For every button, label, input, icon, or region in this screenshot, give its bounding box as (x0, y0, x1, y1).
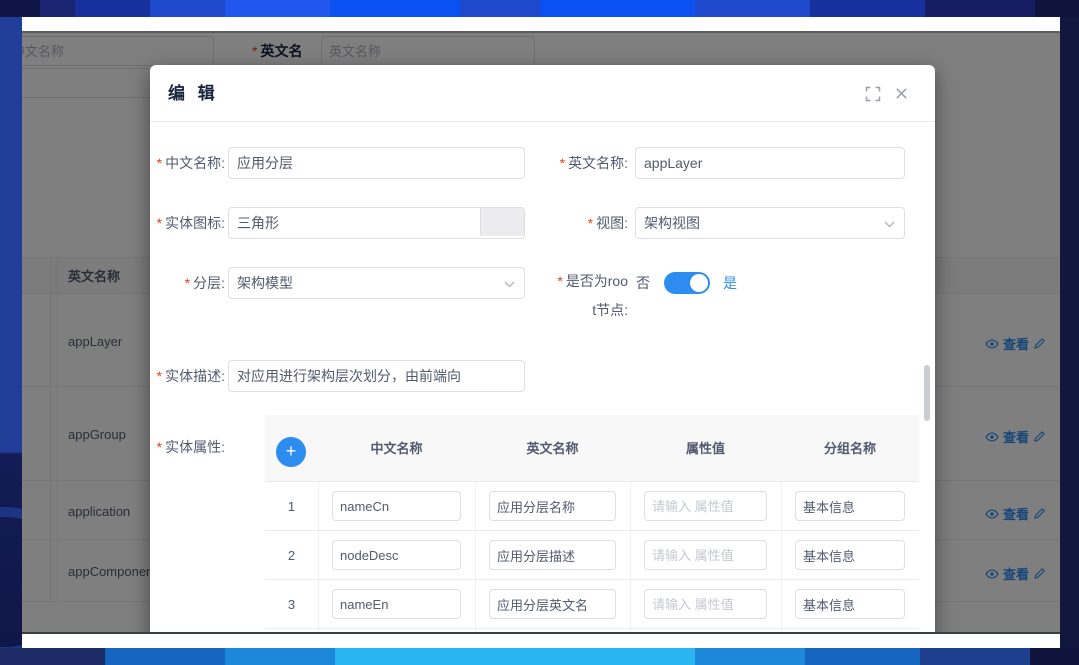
modal-header: 编 辑 (150, 65, 935, 122)
attr-name-en-input[interactable] (489, 589, 616, 619)
desktop-background: *英文名 英文名称 appLayer 查看 (0, 0, 1079, 665)
is-root-switch[interactable] (664, 272, 710, 294)
window-bottom-edge (22, 634, 1060, 648)
attr-table: + 中文名称 英文名称 属性值 分组名称 1 2 (265, 415, 919, 632)
attr-name-cn-input[interactable] (332, 491, 461, 521)
right-decor-band (1060, 17, 1079, 648)
field-label-entity-desc: *实体描述: (150, 360, 225, 392)
required-mark: * (157, 439, 162, 455)
close-icon[interactable] (894, 86, 910, 102)
attr-header-group: 分组名称 (781, 415, 919, 482)
decor-arc (0, 507, 22, 648)
switch-knob (690, 274, 708, 292)
chevron-down-icon (884, 221, 895, 228)
field-label-name-cn: *中文名称: (150, 147, 225, 179)
required-mark: * (557, 273, 562, 289)
attr-value-input[interactable] (644, 589, 767, 619)
window-top-edge (22, 17, 1060, 31)
switch-on-label: 是 (723, 267, 737, 299)
edit-modal: 编 辑 *中文名称: *英文名称: *实体图标: (150, 65, 935, 632)
field-label-layer: *分层: (150, 267, 225, 299)
bottom-mosaic-band (0, 648, 1079, 665)
attr-value-input[interactable] (644, 540, 767, 570)
attr-group-input[interactable] (795, 589, 905, 619)
field-label-entity-icon: *实体图标: (150, 207, 225, 239)
field-label-view: *视图: (535, 207, 628, 239)
page-content: *英文名 英文名称 appLayer 查看 (22, 31, 1060, 632)
required-mark: * (588, 215, 593, 231)
field-label-name-en: *英文名称: (535, 147, 628, 179)
row-index: 2 (265, 531, 318, 580)
add-attr-button[interactable]: + (276, 437, 306, 467)
name-cn-input[interactable] (228, 147, 525, 179)
attr-row: 1 (265, 482, 919, 531)
attr-group-input[interactable] (795, 540, 905, 570)
switch-off-label: 否 (636, 267, 650, 299)
layer-select[interactable]: 架构模型 (228, 267, 525, 299)
name-en-input[interactable] (635, 147, 905, 179)
top-mosaic-band (0, 0, 1079, 17)
attr-name-cn-input[interactable] (332, 589, 461, 619)
icon-picker-suffix[interactable] (480, 208, 524, 236)
attr-row: 2 (265, 531, 919, 580)
modal-scrollbar-thumb[interactable] (924, 365, 930, 421)
field-label-entity-attrs: *实体属性: (150, 437, 225, 457)
row-index: 1 (265, 482, 318, 531)
attr-group-input[interactable] (795, 491, 905, 521)
modal-title: 编 辑 (168, 65, 219, 122)
required-mark: * (157, 215, 162, 231)
attr-header-name-cn: 中文名称 (318, 415, 475, 482)
fullscreen-icon[interactable] (865, 86, 881, 102)
chevron-down-icon (504, 281, 515, 288)
attr-name-en-input[interactable] (489, 540, 616, 570)
attr-row: 3 (265, 580, 919, 629)
app-window: *英文名 英文名称 appLayer 查看 (22, 17, 1060, 648)
required-mark: * (185, 275, 190, 291)
field-label-is-root-line1: *是否为roo (535, 273, 628, 289)
required-mark: * (560, 155, 565, 171)
entity-desc-input[interactable] (228, 360, 525, 392)
required-mark: * (157, 368, 162, 384)
attr-header-value: 属性值 (630, 415, 781, 482)
field-label-is-root-line2: t节点: (535, 302, 628, 318)
left-decor-band (0, 17, 22, 648)
view-select[interactable]: 架构视图 (635, 207, 905, 239)
attr-name-en-input[interactable] (489, 491, 616, 521)
attr-name-cn-input[interactable] (332, 540, 461, 570)
attr-table-header: + 中文名称 英文名称 属性值 分组名称 (265, 415, 919, 482)
required-mark: * (157, 155, 162, 171)
attr-header-name-en: 英文名称 (475, 415, 630, 482)
attr-value-input[interactable] (644, 491, 767, 521)
row-index: 3 (265, 580, 318, 629)
